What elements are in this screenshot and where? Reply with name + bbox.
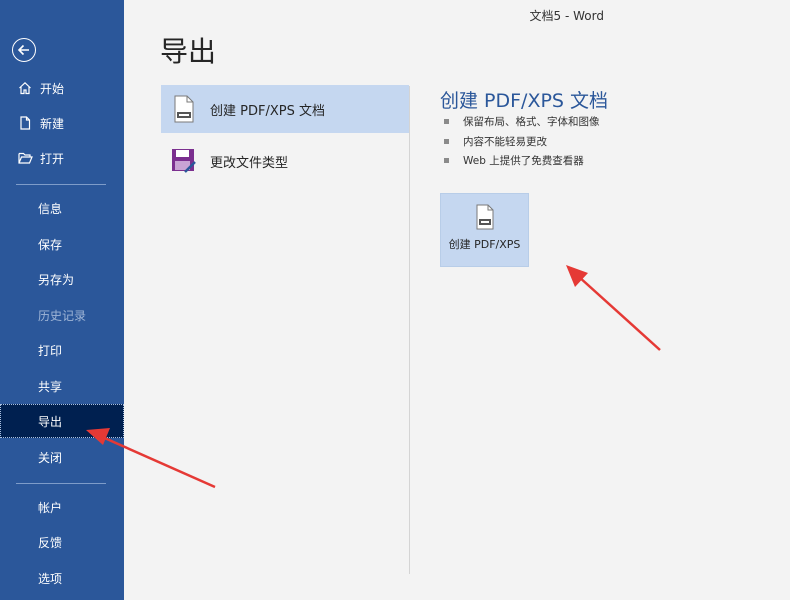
new-document-icon bbox=[18, 116, 34, 130]
nav-home[interactable]: 开始 bbox=[0, 71, 124, 105]
nav-history: 历史记录 bbox=[0, 298, 124, 332]
nav-feedback-label: 反馈 bbox=[38, 535, 63, 550]
pdf-document-icon bbox=[475, 204, 495, 230]
export-option-label: 更改文件类型 bbox=[210, 155, 289, 171]
nav-share-label: 共享 bbox=[38, 379, 63, 394]
nav-export[interactable]: 导出 bbox=[0, 404, 124, 438]
nav-options[interactable]: 选项 bbox=[0, 561, 124, 595]
nav-save[interactable]: 保存 bbox=[0, 227, 124, 261]
nav-close-label: 关闭 bbox=[38, 450, 63, 465]
nav-close[interactable]: 关闭 bbox=[0, 440, 124, 474]
nav-account[interactable]: 帐户 bbox=[0, 490, 124, 524]
bullet-square-icon bbox=[444, 138, 449, 144]
nav-feedback[interactable]: 反馈 bbox=[0, 525, 124, 559]
open-folder-icon bbox=[18, 151, 34, 165]
detail-bullet-list: 保留布局、格式、字体和图像 内容不能轻易更改 Web 上提供了免费查看器 bbox=[444, 112, 600, 171]
nav-export-label: 导出 bbox=[38, 414, 63, 429]
detail-title: 创建 PDF/XPS 文档 bbox=[440, 90, 609, 112]
list-item: 内容不能轻易更改 bbox=[444, 132, 600, 152]
export-option-create-pdf[interactable]: 创建 PDF/XPS 文档 bbox=[161, 85, 409, 133]
nav-history-label: 历史记录 bbox=[38, 308, 87, 323]
sidebar-separator bbox=[16, 483, 106, 484]
nav-save-as-label: 另存为 bbox=[38, 272, 75, 287]
bullet-text: 保留布局、格式、字体和图像 bbox=[463, 116, 600, 129]
nav-options-label: 选项 bbox=[38, 571, 63, 586]
bullet-square-icon bbox=[444, 119, 449, 125]
nav-save-as[interactable]: 另存为 bbox=[0, 262, 124, 296]
nav-share[interactable]: 共享 bbox=[0, 369, 124, 403]
nav-info[interactable]: 信息 bbox=[0, 191, 124, 225]
create-pdf-xps-button[interactable]: 创建 PDF/XPS bbox=[440, 193, 529, 267]
back-arrow-icon bbox=[17, 44, 29, 56]
nav-open-label: 打开 bbox=[40, 151, 65, 166]
nav-save-label: 保存 bbox=[38, 237, 63, 252]
nav-new[interactable]: 新建 bbox=[0, 106, 124, 140]
back-button[interactable] bbox=[12, 38, 36, 62]
bullet-square-icon bbox=[444, 158, 449, 164]
pane-divider bbox=[409, 86, 410, 574]
nav-print-label: 打印 bbox=[38, 343, 63, 358]
nav-home-label: 开始 bbox=[40, 81, 65, 96]
nav-account-label: 帐户 bbox=[38, 500, 63, 515]
save-disk-icon bbox=[171, 146, 197, 176]
pdf-document-icon bbox=[171, 94, 197, 124]
export-option-label: 创建 PDF/XPS 文档 bbox=[210, 103, 325, 119]
window-title: 文档5 - Word bbox=[529, 9, 604, 23]
home-icon bbox=[18, 81, 34, 95]
nav-print[interactable]: 打印 bbox=[0, 333, 124, 367]
export-option-change-file-type[interactable]: 更改文件类型 bbox=[161, 137, 409, 185]
bullet-text: 内容不能轻易更改 bbox=[463, 135, 547, 148]
annotation-arrow-create-button bbox=[566, 265, 661, 351]
nav-open[interactable]: 打开 bbox=[0, 141, 124, 175]
nav-new-label: 新建 bbox=[40, 116, 65, 131]
create-pdf-xps-button-label: 创建 PDF/XPS bbox=[448, 238, 521, 251]
list-item: 保留布局、格式、字体和图像 bbox=[444, 112, 600, 132]
backstage-sidebar: 开始 新建 打开 信息 保存 另存为 历史记录 打印 共享 导出 关闭 帐户 反… bbox=[0, 0, 124, 600]
bullet-text: Web 上提供了免费查看器 bbox=[463, 155, 584, 168]
sidebar-separator bbox=[16, 184, 106, 185]
list-item: Web 上提供了免费查看器 bbox=[444, 151, 600, 171]
nav-info-label: 信息 bbox=[38, 201, 63, 216]
page-title: 导出 bbox=[160, 35, 217, 68]
